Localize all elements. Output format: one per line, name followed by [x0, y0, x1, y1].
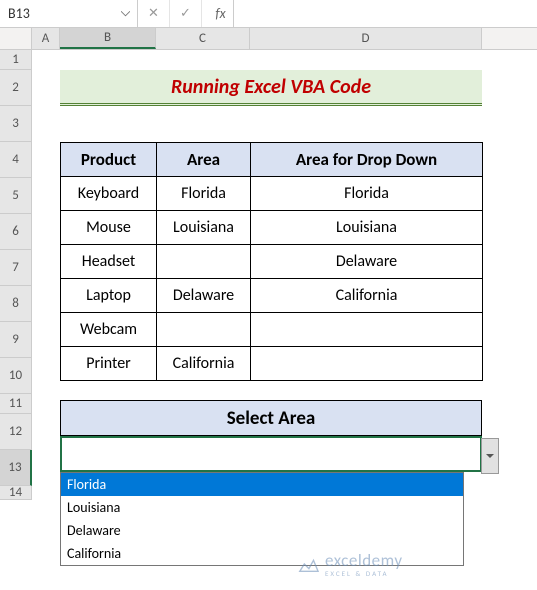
- row-header-9[interactable]: 9: [0, 322, 31, 358]
- row-header-11[interactable]: 11: [0, 394, 31, 414]
- column-header-c[interactable]: C: [156, 28, 250, 49]
- dropdown-item[interactable]: Delaware: [61, 519, 463, 542]
- row-header-13[interactable]: 13: [0, 450, 32, 486]
- cell[interactable]: [157, 245, 251, 279]
- cell[interactable]: [251, 347, 483, 381]
- cell[interactable]: Webcam: [61, 313, 157, 347]
- enter-button[interactable]: ✓: [170, 0, 202, 27]
- cell[interactable]: Laptop: [61, 279, 157, 313]
- page-title: Running Excel VBA Code: [171, 75, 371, 99]
- column-header-b[interactable]: B: [60, 28, 156, 49]
- row-header-5[interactable]: 5: [0, 178, 31, 214]
- row-header-6[interactable]: 6: [0, 214, 31, 250]
- cell[interactable]: California: [251, 279, 483, 313]
- cell[interactable]: Florida: [251, 177, 483, 211]
- fx-button[interactable]: fx: [202, 0, 234, 27]
- row-header-7[interactable]: 7: [0, 250, 31, 286]
- cell[interactable]: Delaware: [251, 245, 483, 279]
- header-area[interactable]: Area: [157, 143, 251, 177]
- select-all-corner[interactable]: [0, 28, 32, 49]
- formula-controls: ✕ ✓ fx: [138, 0, 242, 27]
- column-headers: A B C D: [0, 28, 537, 50]
- table-row: Headset Delaware: [61, 245, 483, 279]
- cell[interactable]: Louisiana: [251, 211, 483, 245]
- dropdown-item[interactable]: California: [61, 542, 463, 565]
- row-header-14[interactable]: 14: [0, 486, 31, 500]
- row-header-2[interactable]: 2: [0, 70, 31, 106]
- watermark-icon: [297, 553, 319, 575]
- select-area-section: Select Area: [60, 400, 482, 472]
- chevron-down-icon: [486, 454, 494, 459]
- name-box-wrap[interactable]: B13: [0, 0, 138, 27]
- watermark: exceldemy EXCEL & DATA: [297, 550, 403, 578]
- select-area-label[interactable]: Select Area: [60, 400, 482, 436]
- cancel-button[interactable]: ✕: [138, 0, 170, 27]
- data-table: Product Area Area for Drop Down Keyboard…: [60, 142, 483, 381]
- header-dropdown[interactable]: Area for Drop Down: [251, 143, 483, 177]
- cell[interactable]: Printer: [61, 347, 157, 381]
- cell[interactable]: Florida: [157, 177, 251, 211]
- row-headers: 1 2 3 4 5 6 7 8 9 10 11 12 13 14: [0, 50, 32, 500]
- spreadsheet-content: Running Excel VBA Code Product Area Area…: [32, 50, 537, 500]
- dropdown-list[interactable]: Florida Louisiana Delaware California: [60, 472, 464, 566]
- table-row: Webcam: [61, 313, 483, 347]
- header-product[interactable]: Product: [61, 143, 157, 177]
- table-row: Keyboard Florida Florida: [61, 177, 483, 211]
- cell[interactable]: Mouse: [61, 211, 157, 245]
- select-area-cell[interactable]: [60, 436, 482, 472]
- cell[interactable]: Headset: [61, 245, 157, 279]
- name-box[interactable]: B13: [8, 5, 117, 22]
- dropdown-item[interactable]: Louisiana: [61, 496, 463, 519]
- cell[interactable]: [251, 313, 483, 347]
- dropdown-button[interactable]: [481, 438, 499, 474]
- row-header-10[interactable]: 10: [0, 358, 31, 394]
- table-row: Laptop Delaware California: [61, 279, 483, 313]
- row-header-3[interactable]: 3: [0, 106, 31, 142]
- row-header-1[interactable]: 1: [0, 50, 31, 70]
- row-header-8[interactable]: 8: [0, 286, 31, 322]
- table-header-row: Product Area Area for Drop Down: [61, 143, 483, 177]
- cell[interactable]: Delaware: [157, 279, 251, 313]
- watermark-brand: exceldemy: [325, 550, 403, 571]
- column-header-d[interactable]: D: [250, 28, 482, 49]
- cell[interactable]: [157, 313, 251, 347]
- table-row: Mouse Louisiana Louisiana: [61, 211, 483, 245]
- table-row: Printer California: [61, 347, 483, 381]
- name-box-dropdown-icon[interactable]: [117, 6, 133, 22]
- formula-bar: B13 ✕ ✓ fx: [0, 0, 537, 28]
- cell[interactable]: California: [157, 347, 251, 381]
- column-header-a[interactable]: A: [32, 28, 60, 49]
- title-cell[interactable]: Running Excel VBA Code: [60, 70, 482, 106]
- dropdown-item[interactable]: Florida: [61, 473, 463, 496]
- cell[interactable]: Louisiana: [157, 211, 251, 245]
- cell[interactable]: Keyboard: [61, 177, 157, 211]
- row-header-12[interactable]: 12: [0, 414, 31, 450]
- row-header-4[interactable]: 4: [0, 142, 31, 178]
